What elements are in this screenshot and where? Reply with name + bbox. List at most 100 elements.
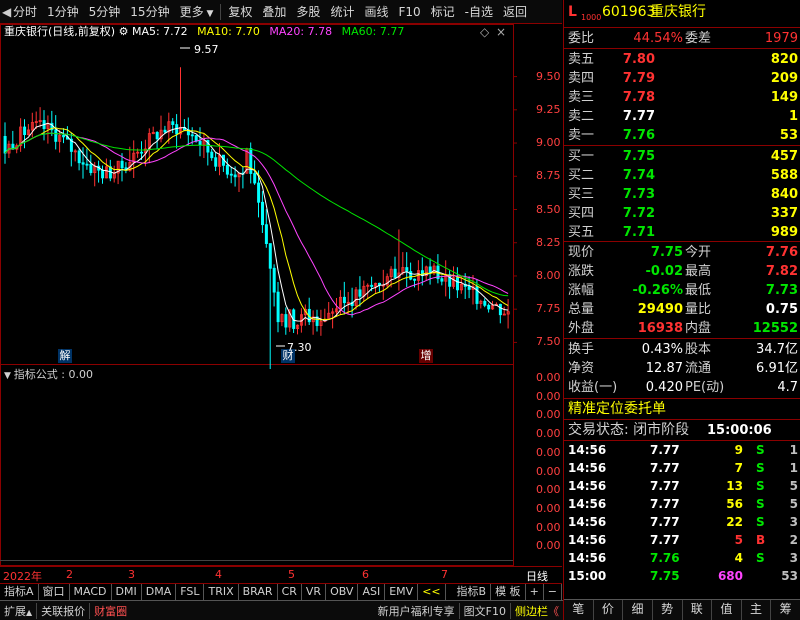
sell-row[interactable]: 卖一 7.76 53 bbox=[564, 126, 800, 145]
sell-row[interactable]: 卖二 7.77 1 bbox=[564, 107, 800, 126]
indicator-tab[interactable]: BRAR bbox=[239, 584, 278, 600]
right-panel-tab[interactable]: 主 bbox=[742, 600, 772, 620]
tab-15min[interactable]: 15分钟 bbox=[125, 0, 174, 24]
indicator-tab[interactable]: VR bbox=[302, 584, 327, 600]
tick-row: 14:56 7.77 5 B 2 bbox=[564, 531, 800, 549]
tick-volume: 22 bbox=[726, 515, 743, 529]
sell-row[interactable]: 卖三 7.78 149 bbox=[564, 88, 800, 107]
indicator-tab[interactable]: CR bbox=[278, 584, 302, 600]
indicator-tab-right[interactable]: 模 板 bbox=[491, 584, 526, 600]
right-panel-tab[interactable]: 筹 bbox=[771, 600, 800, 620]
fundamental-label: PE(动) bbox=[685, 380, 725, 395]
period-label[interactable]: 日线 bbox=[526, 568, 548, 584]
indicator-tabs: 指标A 窗口 MACD DMI DMA FSL TRIX BRAR CR VR OBV ASI EMV <… bbox=[0, 583, 562, 600]
right-panel-tab[interactable]: 价 bbox=[594, 600, 624, 620]
stat-value: 29490 bbox=[637, 302, 683, 317]
candle-body bbox=[210, 151, 214, 159]
quote-header: L 1000 601963 重庆银行 bbox=[564, 3, 800, 25]
sell-volume: 149 bbox=[770, 90, 798, 105]
multi-stock-button[interactable]: 多股 bbox=[291, 0, 325, 24]
stats-button[interactable]: 统计 bbox=[325, 0, 359, 24]
mark-button[interactable]: 标记 bbox=[426, 0, 460, 24]
candle-body bbox=[233, 174, 237, 178]
indicator-tab[interactable]: << bbox=[418, 584, 446, 600]
right-panel-tab[interactable]: 联 bbox=[683, 600, 713, 620]
sidebar-toggle[interactable]: 侧边栏《 bbox=[510, 602, 563, 619]
indicator-tab[interactable]: FSL bbox=[176, 584, 205, 600]
indicator-tab[interactable]: DMI bbox=[112, 584, 142, 600]
stat-value: -0.26% bbox=[632, 283, 684, 298]
chevron-down-icon[interactable]: ▼ bbox=[4, 371, 14, 381]
f10-graphic-button[interactable]: 图文F10 bbox=[458, 602, 510, 619]
tick-count: 3 bbox=[789, 551, 798, 565]
indicator-tab-right[interactable]: 指标B bbox=[453, 584, 492, 600]
overlay-button[interactable]: 叠加 bbox=[257, 0, 291, 24]
sell-row[interactable]: 卖四 7.79 209 bbox=[564, 69, 800, 88]
indicator-tab[interactable]: 指标A bbox=[0, 584, 39, 600]
stat-row: 涨幅 -0.26% 最低 7.73 bbox=[564, 281, 800, 300]
back-button[interactable]: 返回 bbox=[498, 0, 532, 24]
fundamental-label: 股本 bbox=[685, 342, 712, 357]
expand-button[interactable]: 扩展▲ bbox=[0, 603, 36, 619]
new-user-welfare-link[interactable]: 新用户福利专享 bbox=[374, 603, 459, 619]
indicator-tab[interactable]: MACD bbox=[70, 584, 112, 600]
right-panel-tab[interactable]: 笔 bbox=[564, 600, 594, 620]
buy-row[interactable]: 买三 7.73 840 bbox=[564, 185, 800, 204]
stat-value: 7.76 bbox=[765, 245, 798, 260]
kline-chart[interactable] bbox=[0, 24, 562, 584]
tab-5min[interactable]: 5分钟 bbox=[84, 0, 126, 24]
tab-fenshi[interactable]: 分时 bbox=[8, 0, 42, 24]
buy-volume: 457 bbox=[770, 149, 798, 164]
indicator-tab[interactable]: 窗口 bbox=[39, 584, 70, 600]
candle-body bbox=[253, 173, 257, 184]
sell-row[interactable]: 卖五 7.80 820 bbox=[564, 50, 800, 69]
precise-order-row[interactable]: 精准定位委托单 bbox=[564, 400, 800, 419]
buy-row[interactable]: 买二 7.74 588 bbox=[564, 166, 800, 185]
indicator-tab[interactable]: EMV bbox=[385, 584, 419, 600]
candle-body bbox=[264, 224, 268, 244]
left-arrow-icon[interactable]: ◀ bbox=[0, 0, 11, 24]
candle-body bbox=[89, 164, 93, 174]
high-price-mark: 9.57 bbox=[194, 43, 219, 56]
stat-label: 涨跌 bbox=[568, 264, 595, 279]
fuquan-button[interactable]: 复权 bbox=[223, 0, 257, 24]
tick-time: 14:56 bbox=[568, 551, 607, 565]
candle-body bbox=[77, 150, 81, 164]
candle-body bbox=[140, 151, 144, 154]
indicator-tab-right[interactable]: − bbox=[544, 584, 562, 600]
candle-body bbox=[120, 160, 124, 169]
buy-row[interactable]: 买一 7.75 457 bbox=[564, 147, 800, 166]
indicator-tab[interactable]: ASI bbox=[358, 584, 386, 600]
wealth-circle-button[interactable]: 财富圈 bbox=[89, 602, 131, 619]
indicator-tab[interactable]: OBV bbox=[326, 584, 359, 600]
event-marker-unlock[interactable]: 解 bbox=[58, 349, 72, 363]
indicator-formula-label: ▼ 指标公式 : 0.00 bbox=[4, 366, 93, 382]
remove-watchlist-button[interactable]: -自选 bbox=[460, 0, 498, 24]
candle-body bbox=[405, 267, 409, 272]
tick-price: 7.77 bbox=[650, 461, 680, 475]
buy-row[interactable]: 买四 7.72 337 bbox=[564, 204, 800, 223]
tick-count: 1 bbox=[789, 443, 798, 457]
draw-line-button[interactable]: 画线 bbox=[359, 0, 393, 24]
precise-order-label[interactable]: 精准定位委托单 bbox=[568, 400, 666, 419]
right-panel-tab[interactable]: 细 bbox=[623, 600, 653, 620]
tab-more[interactable]: 更多 ▼ bbox=[175, 0, 219, 24]
right-panel-tab[interactable]: 势 bbox=[653, 600, 683, 620]
indicator-tab[interactable]: TRIX bbox=[204, 584, 239, 600]
indicator-tab[interactable]: DMA bbox=[142, 584, 177, 600]
tick-row: 15:00 7.75 680 53 bbox=[564, 567, 800, 585]
indicator-tab-right[interactable]: + bbox=[526, 584, 544, 600]
f10-button[interactable]: F10 bbox=[393, 0, 425, 24]
sell-price: 7.80 bbox=[622, 52, 655, 67]
tab-1min[interactable]: 1分钟 bbox=[42, 0, 84, 24]
event-marker-increase[interactable]: 增 bbox=[419, 349, 433, 363]
stat-row: 外盘 16938 内盘 12552 bbox=[564, 319, 800, 338]
right-panel-tab[interactable]: 值 bbox=[712, 600, 742, 620]
x-label-jun: 6 bbox=[362, 568, 369, 581]
fundamental-value: 0.420 bbox=[645, 380, 683, 395]
buy-row[interactable]: 买五 7.71 989 bbox=[564, 223, 800, 242]
related-quote-button[interactable]: 关联报价 bbox=[36, 602, 89, 619]
toolbar-divider bbox=[220, 3, 222, 20]
fundamental-label: 净资 bbox=[568, 361, 595, 376]
tick-time: 14:56 bbox=[568, 461, 607, 475]
